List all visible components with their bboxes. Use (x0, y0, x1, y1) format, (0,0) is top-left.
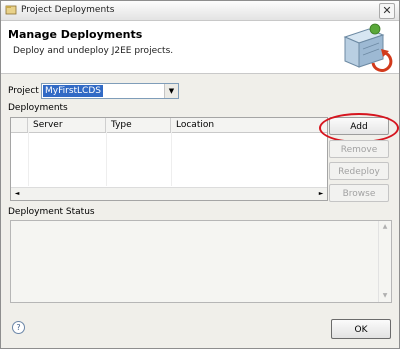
window-title: Project Deployments (21, 5, 115, 15)
deployment-status-area[interactable]: ▲ ▼ (10, 220, 392, 303)
horizontal-scrollbar[interactable]: ◄ ► (11, 187, 327, 200)
redeploy-button[interactable]: Redeploy (329, 162, 389, 180)
chevron-down-icon[interactable]: ▼ (164, 84, 178, 98)
deployment-status-label: Deployment Status (8, 207, 95, 217)
deployments-label: Deployments (8, 103, 68, 113)
deploy-wizard-icon (343, 23, 393, 72)
project-deployments-dialog: Project Deployments ✕ Manage Deployments… (0, 0, 400, 349)
column-header-blank (11, 118, 28, 132)
scroll-down-icon[interactable]: ▼ (379, 290, 391, 302)
help-icon[interactable]: ? (12, 321, 25, 334)
column-divider (106, 132, 107, 186)
browse-button[interactable]: Browse (329, 184, 389, 202)
scroll-right-icon[interactable]: ► (315, 188, 327, 200)
vertical-scrollbar[interactable]: ▲ ▼ (378, 221, 391, 302)
column-divider (28, 132, 29, 186)
title-bar: Project Deployments ✕ (1, 1, 399, 21)
scroll-up-icon[interactable]: ▲ (379, 221, 391, 233)
project-label: Project (8, 86, 39, 96)
ok-button[interactable]: OK (331, 319, 391, 339)
scroll-left-icon[interactable]: ◄ (11, 188, 23, 200)
highlight-circle (319, 113, 399, 143)
column-header-server[interactable]: Server (28, 118, 106, 132)
deployments-table[interactable]: Server Type Location ◄ ► (10, 117, 328, 201)
header-banner: Manage Deployments Deploy and undeploy J… (1, 21, 399, 74)
page-description: Deploy and undeploy J2EE projects. (13, 46, 174, 56)
page-title: Manage Deployments (8, 28, 143, 41)
column-header-location[interactable]: Location (171, 118, 327, 132)
column-divider (171, 132, 172, 186)
table-header: Server Type Location (11, 118, 327, 133)
remove-button[interactable]: Remove (329, 140, 389, 158)
app-icon (5, 5, 17, 15)
project-selected-value: MyFirstLCDS (43, 85, 103, 97)
column-header-type[interactable]: Type (106, 118, 171, 132)
close-button[interactable]: ✕ (379, 3, 395, 19)
project-select[interactable]: MyFirstLCDS ▼ (41, 83, 179, 99)
